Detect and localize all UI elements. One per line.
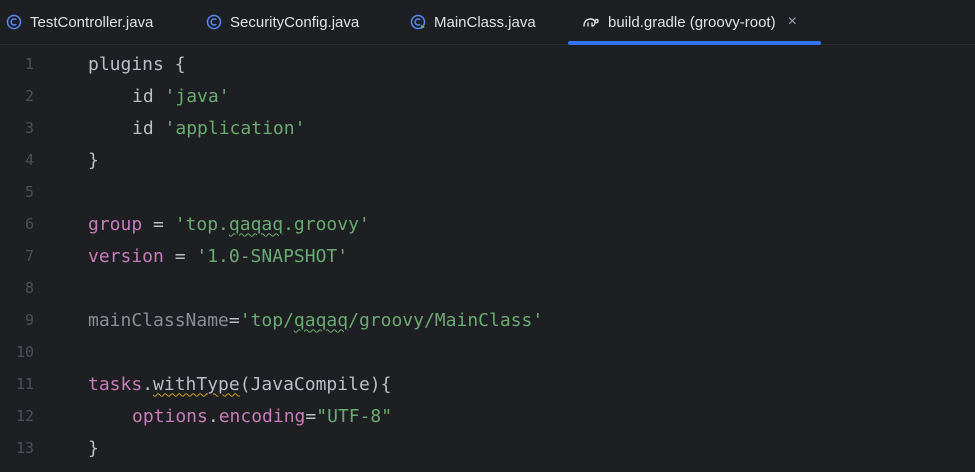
code-text: mainClassName='top/qaqaq/groovy/MainClas… (88, 309, 544, 331)
tab-label: MainClass.java (434, 13, 536, 31)
active-tab-indicator (568, 41, 821, 45)
tab-securityconfig[interactable]: SecurityConfig.java (206, 0, 359, 44)
editor-tab-bar: TestController.java SecurityConfig.java … (0, 0, 975, 45)
line-number: 11 (15, 375, 34, 393)
line-number: 12 (15, 407, 34, 425)
code-line: 4 } (0, 144, 975, 176)
code-text: options.encoding="UTF-8" (132, 405, 393, 427)
code-text: group = 'top.qaqaq.groovy' (88, 213, 370, 235)
line-number: 2 (24, 87, 34, 105)
line-number: 9 (24, 311, 34, 329)
code-line: 8 (0, 272, 975, 304)
code-line: 2 id 'java' (0, 80, 975, 112)
code-text: } (88, 437, 99, 459)
code-text: id 'application' (132, 117, 306, 139)
java-class-icon (206, 14, 222, 30)
line-number: 1 (24, 55, 34, 73)
line-number: 5 (24, 183, 34, 201)
code-line: 12 options.encoding="UTF-8" (0, 400, 975, 432)
code-text: plugins { (88, 53, 186, 75)
code-line: 6 group = 'top.qaqaq.groovy' (0, 208, 975, 240)
line-number: 10 (15, 343, 34, 361)
code-line: 3 id 'application' (0, 112, 975, 144)
code-line: 11 tasks.withType(JavaCompile){ (0, 368, 975, 400)
code-text: } (88, 149, 99, 171)
code-text: tasks.withType(JavaCompile){ (88, 373, 392, 395)
code-line: 13 } (0, 432, 975, 464)
tab-testcontroller[interactable]: TestController.java (6, 0, 153, 44)
line-number: 13 (15, 439, 34, 457)
java-class-icon (6, 14, 22, 30)
tab-label: SecurityConfig.java (230, 13, 360, 31)
line-number: 4 (24, 151, 34, 169)
line-number: 8 (24, 279, 34, 297)
code-text: id 'java' (132, 85, 230, 107)
code-line: 5 (0, 176, 975, 208)
tab-label: build.gradle (groovy-root) (608, 13, 776, 31)
line-number: 3 (24, 119, 34, 137)
code-line: 1 plugins { (0, 48, 975, 80)
code-line: 7 version = '1.0-SNAPSHOT' (0, 240, 975, 272)
java-main-class-icon (410, 14, 426, 30)
code-line: 9 mainClassName='top/qaqaq/groovy/MainCl… (0, 304, 975, 336)
tab-build-gradle[interactable]: build.gradle (groovy-root) × (582, 0, 797, 44)
tab-mainclass[interactable]: MainClass.java (410, 0, 536, 44)
code-editor[interactable]: 1 plugins { 2 id 'java' 3 id 'applicatio… (0, 46, 975, 472)
gradle-icon (582, 14, 600, 30)
tab-label: TestController.java (30, 13, 154, 31)
close-icon[interactable]: × (788, 14, 797, 30)
line-number: 6 (24, 215, 34, 233)
code-line: 10 (0, 336, 975, 368)
line-number: 7 (24, 247, 34, 265)
code-text: version = '1.0-SNAPSHOT' (88, 245, 349, 267)
